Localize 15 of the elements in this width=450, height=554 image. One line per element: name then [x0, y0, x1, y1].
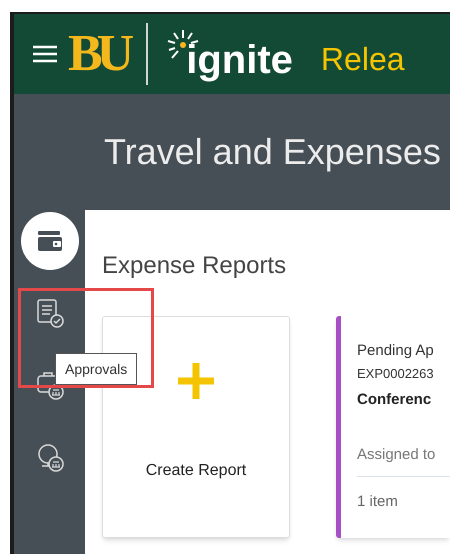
report-card[interactable]: Pending Ap EXP0002263 Conferenc Assigned to 1 item	[336, 316, 450, 538]
report-status: Pending Ap	[357, 341, 435, 361]
tooltip: Approvals	[55, 353, 138, 385]
page-title: Travel and Expenses	[104, 130, 441, 174]
logo: BU	[68, 28, 128, 80]
brand-name: ignite	[186, 40, 293, 80]
header-title: Relea	[320, 43, 405, 75]
assigned-label: Assigned to	[357, 445, 436, 465]
section-title: Expense Reports	[102, 254, 288, 278]
plus-icon	[176, 361, 216, 401]
menu-icon[interactable]	[32, 44, 58, 64]
wallet-icon	[36, 229, 64, 253]
report-number: EXP0002263	[357, 365, 435, 383]
item-count: 1 item	[357, 492, 399, 512]
report-name: Conferenc	[357, 390, 432, 410]
